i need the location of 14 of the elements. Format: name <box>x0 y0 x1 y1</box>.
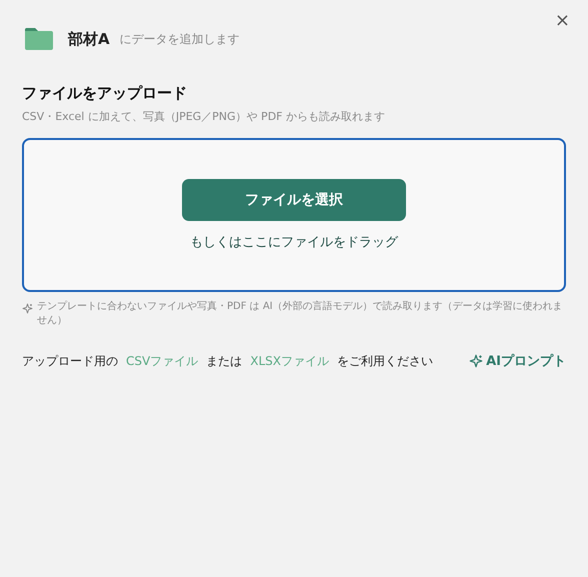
header-caption: にデータを追加します <box>120 30 240 48</box>
ai-prompt-button[interactable]: AIプロンプト <box>469 352 566 370</box>
select-file-button[interactable]: ファイルを選択 <box>182 179 406 221</box>
sparkle-icon <box>469 354 484 368</box>
drop-hint: もしくはここにファイルをドラッグ <box>190 234 398 251</box>
drop-zone[interactable]: ファイルを選択 もしくはここにファイルをドラッグ <box>22 138 566 292</box>
close-button[interactable]: × <box>552 12 572 30</box>
sparkle-icon <box>22 303 33 314</box>
section-title: ファイルをアップロード <box>22 84 188 103</box>
folder-icon <box>24 27 54 51</box>
folder-name: 部材A <box>68 30 110 48</box>
template-sentence: アップロード用の CSVファイル または XLSXファイル をご利用ください <box>22 352 434 370</box>
ai-note: テンプレートに合わないファイルや写真・PDF は AI（外部の言語モデル）で読み取ります（データは学習に使われません） <box>37 300 564 328</box>
section-subtitle: CSV・Excel に加えて、写真（JPEG／PNG）や PDF からも読み取れます <box>22 109 386 124</box>
